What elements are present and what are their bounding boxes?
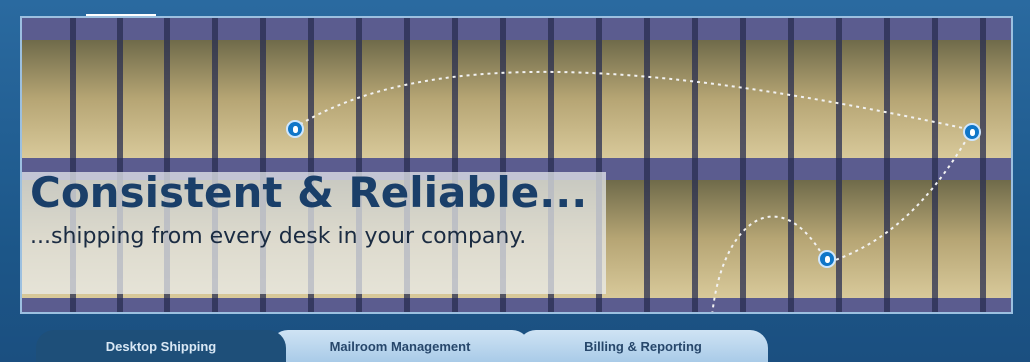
- tab-billing-reporting[interactable]: Billing & Reporting: [518, 330, 768, 362]
- banner-subline: ...shipping from every desk in your comp…: [30, 224, 527, 249]
- office-building-photo: [20, 16, 1013, 314]
- location-pin-icon: [818, 250, 836, 268]
- tab-label: Desktop Shipping: [105, 338, 217, 354]
- location-pin-icon: [963, 123, 981, 141]
- tab-desktop-shipping[interactable]: Desktop Shipping: [36, 330, 286, 362]
- location-pin-icon: [286, 120, 304, 138]
- tab-label: Billing & Reporting: [584, 338, 702, 354]
- tab-mailroom-management[interactable]: Mailroom Management: [270, 330, 530, 362]
- feature-tabs: Billing & Reporting Mailroom Management …: [0, 330, 1030, 362]
- banner-headline: Consistent & Reliable...: [30, 168, 588, 217]
- banner-frame: Consistent & Reliable... ...shipping fro…: [0, 0, 1030, 362]
- tab-label: Mailroom Management: [329, 338, 471, 354]
